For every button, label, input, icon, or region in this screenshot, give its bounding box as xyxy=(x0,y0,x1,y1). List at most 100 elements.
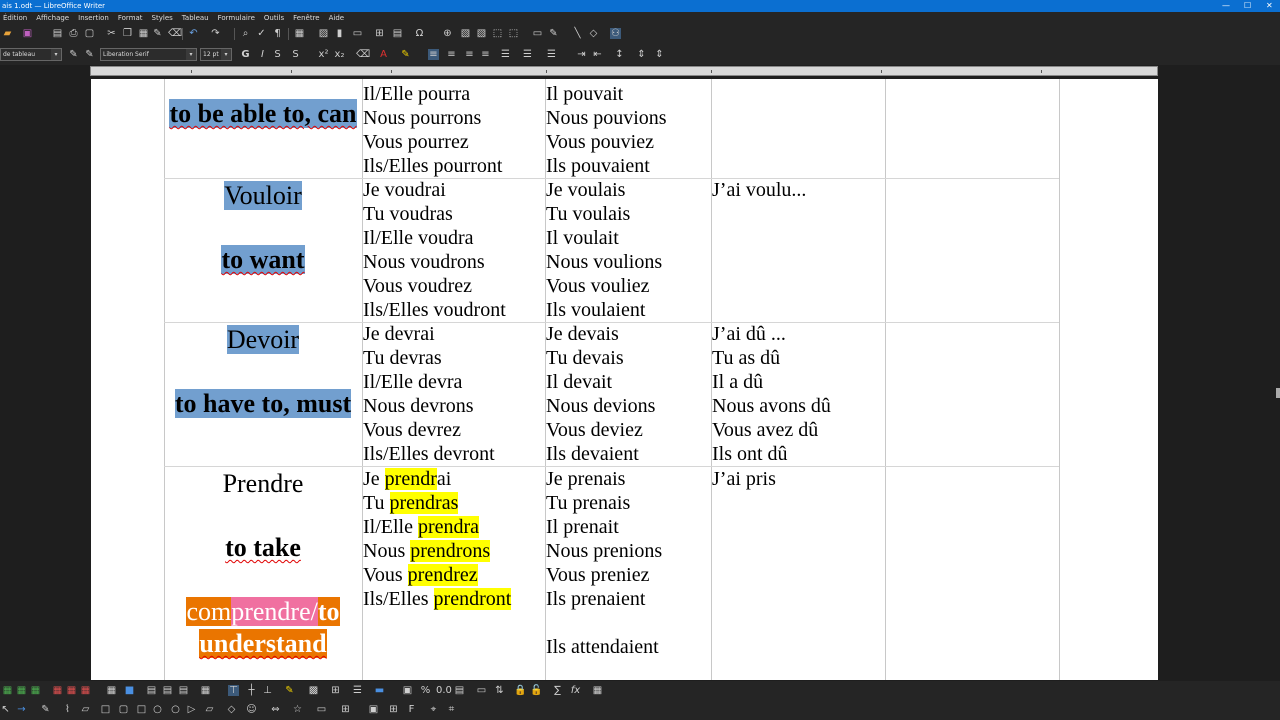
menu-styles[interactable]: Styles xyxy=(152,14,173,22)
curve-icon[interactable]: ✎ xyxy=(40,704,51,715)
menu-format[interactable]: Format xyxy=(118,14,143,22)
menu-edition[interactable]: Édition xyxy=(3,14,27,22)
align-center-icon[interactable]: ≡ xyxy=(446,49,457,60)
bullets-icon[interactable]: ☰ xyxy=(500,49,511,60)
align-bottom-icon[interactable]: ⊥ xyxy=(262,685,273,696)
callouts-icon[interactable]: ▭ xyxy=(316,704,327,715)
font-color-icon[interactable]: A xyxy=(378,49,389,60)
update-style-icon[interactable]: ✎ xyxy=(68,49,79,60)
special-character-icon[interactable]: Ω xyxy=(414,28,425,39)
line-ends-arrow-icon[interactable]: → xyxy=(16,704,27,715)
basic-shapes-icon[interactable]: ◇ xyxy=(588,28,599,39)
percent-icon[interactable]: % xyxy=(420,685,431,696)
borders-icon[interactable]: ⊞ xyxy=(330,685,341,696)
paragraph-style-combo[interactable]: de tableau ▾ xyxy=(0,48,62,61)
split-table-icon[interactable]: ▤ xyxy=(178,685,189,696)
rectangle-icon[interactable]: □ xyxy=(100,704,111,715)
stars-icon[interactable]: ☆ xyxy=(292,704,303,715)
spelling-icon[interactable]: ✓ xyxy=(256,28,267,39)
autoformat-icon[interactable]: ▩ xyxy=(308,685,319,696)
align-top-icon[interactable]: ⊤ xyxy=(228,685,239,696)
paragraph-spacing-icon[interactable]: ⇕ xyxy=(636,49,647,60)
new-style-icon[interactable]: ✎ xyxy=(84,49,95,60)
minimize-icon[interactable]: — xyxy=(1222,0,1230,12)
border-style-icon[interactable]: ☰ xyxy=(352,685,363,696)
future-cell[interactable]: Je voudrai Tu voudras Il/Elle voudra Nou… xyxy=(363,178,545,322)
menu-insertion[interactable]: Insertion xyxy=(78,14,109,22)
protect-icon[interactable]: 🔒 xyxy=(514,685,526,696)
fontwork-text-icon[interactable]: F xyxy=(406,704,417,715)
undo-icon[interactable]: ↶ xyxy=(188,28,199,39)
insert-textbox-icon[interactable]: ▭ xyxy=(352,28,363,39)
fontwork-icon[interactable]: ▱ xyxy=(80,704,91,715)
insert-field-icon[interactable]: ▤ xyxy=(392,28,403,39)
maximize-icon[interactable]: ☐ xyxy=(1244,0,1251,12)
decrease-indent-icon[interactable]: ⇤ xyxy=(592,49,603,60)
chevron-down-icon[interactable]: ▾ xyxy=(186,49,196,60)
delete-columns-icon[interactable]: ▦ xyxy=(66,685,77,696)
polygon-icon[interactable]: ⌇ xyxy=(62,704,73,715)
select-table-icon[interactable]: ▦ xyxy=(106,685,117,696)
bold-icon[interactable]: G xyxy=(240,49,251,60)
circle-icon[interactable]: ○ xyxy=(170,704,181,715)
print-icon[interactable]: ⎙ xyxy=(68,28,79,39)
passe-compose-cell[interactable]: J’ai dû ... Tu as dû Il a dû Nous avons … xyxy=(712,322,885,466)
line-icon[interactable]: ╲ xyxy=(572,28,583,39)
open-folder-icon[interactable]: ▰ xyxy=(2,28,13,39)
verb-english-cell[interactable]: to be able to, can xyxy=(164,97,362,133)
highlight-color-icon[interactable]: ✎ xyxy=(400,49,411,60)
smiley-icon[interactable]: ☺ xyxy=(246,704,257,715)
font-name-combo[interactable]: Liberation Serif ▾ xyxy=(100,48,197,61)
insert-columns-icon[interactable]: ▦ xyxy=(30,685,41,696)
insert-image-icon[interactable]: ▨ xyxy=(318,28,329,39)
insert-rows-below-icon[interactable]: ▦ xyxy=(16,685,27,696)
insert-chart-icon[interactable]: ▮ xyxy=(334,28,345,39)
underline-icon[interactable]: S xyxy=(272,49,283,60)
sum-icon[interactable]: ∑ xyxy=(552,685,563,696)
paragraph-spacing-decrease-icon[interactable]: ⇕ xyxy=(654,49,665,60)
formula-icon[interactable]: fx xyxy=(570,685,581,696)
chevron-down-icon[interactable]: ▾ xyxy=(221,49,231,60)
clear-direct-formatting-icon[interactable]: ⌫ xyxy=(356,49,370,60)
footnote-icon[interactable]: ▧ xyxy=(460,28,471,39)
future-cell[interactable]: Je devrai Tu devras Il/Elle devra Nous d… xyxy=(363,322,545,466)
rounded-rectangle-icon[interactable]: ▢ xyxy=(118,704,129,715)
merge-cells-icon[interactable]: ▤ xyxy=(146,685,157,696)
paste-icon[interactable]: ▦ xyxy=(138,28,149,39)
copy-icon[interactable]: ❐ xyxy=(122,28,133,39)
track-changes-icon[interactable]: ✎ xyxy=(548,28,559,39)
verb-cell[interactable]: Vouloir to want xyxy=(164,180,362,276)
imperfect-cell[interactable]: Je prenais Tu prenais Il prenait Nous pr… xyxy=(546,467,711,659)
menu-affichage[interactable]: Affichage xyxy=(36,14,69,22)
diamond-icon[interactable]: ◇ xyxy=(226,704,237,715)
sort-icon[interactable]: ⇅ xyxy=(494,685,505,696)
export-pdf-icon[interactable]: ▤ xyxy=(52,28,63,39)
insert-rows-above-icon[interactable]: ▦ xyxy=(2,685,13,696)
menu-fenetre[interactable]: Fenêtre xyxy=(293,14,319,22)
numbering-icon[interactable]: ☰ xyxy=(522,49,533,60)
align-middle-icon[interactable]: ┼ xyxy=(246,685,257,696)
glue-points-icon[interactable]: ⌗ xyxy=(446,704,457,715)
subscript-icon[interactable]: x₂ xyxy=(334,49,345,60)
save-icon[interactable]: ▣ xyxy=(22,28,33,39)
verb-cell[interactable]: Devoir to have to, must xyxy=(164,324,362,420)
table-cell-bg-icon[interactable]: ✎ xyxy=(284,685,295,696)
caption-icon[interactable]: ▭ xyxy=(476,685,487,696)
increase-indent-icon[interactable]: ⇥ xyxy=(576,49,587,60)
endnote-icon[interactable]: ▧ xyxy=(476,28,487,39)
menu-outils[interactable]: Outils xyxy=(264,14,284,22)
redo-icon[interactable]: ↷ xyxy=(210,28,221,39)
imperfect-cell[interactable]: Je voulais Tu voulais Il voulait Nous vo… xyxy=(546,178,711,322)
flowchart-icon[interactable]: ⊞ xyxy=(340,704,351,715)
square-icon[interactable]: □ xyxy=(136,704,147,715)
insert-frame-icon[interactable]: ⊞ xyxy=(388,704,399,715)
formatting-marks-icon[interactable]: ¶ xyxy=(272,28,283,39)
strikethrough-icon[interactable]: S xyxy=(290,49,301,60)
bookmark-icon[interactable]: ⬚ xyxy=(492,28,503,39)
future-cell[interactable]: Je prendrai Tu prendras Il/Elle prendra … xyxy=(363,467,545,611)
scrollbar-thumb[interactable] xyxy=(1276,388,1280,398)
passe-compose-cell[interactable]: J’ai pris xyxy=(712,467,885,491)
justify-icon[interactable]: ≡ xyxy=(480,49,491,60)
horizontal-ruler[interactable] xyxy=(90,66,1158,76)
font-size-combo[interactable]: 12 pt ▾ xyxy=(200,48,232,61)
